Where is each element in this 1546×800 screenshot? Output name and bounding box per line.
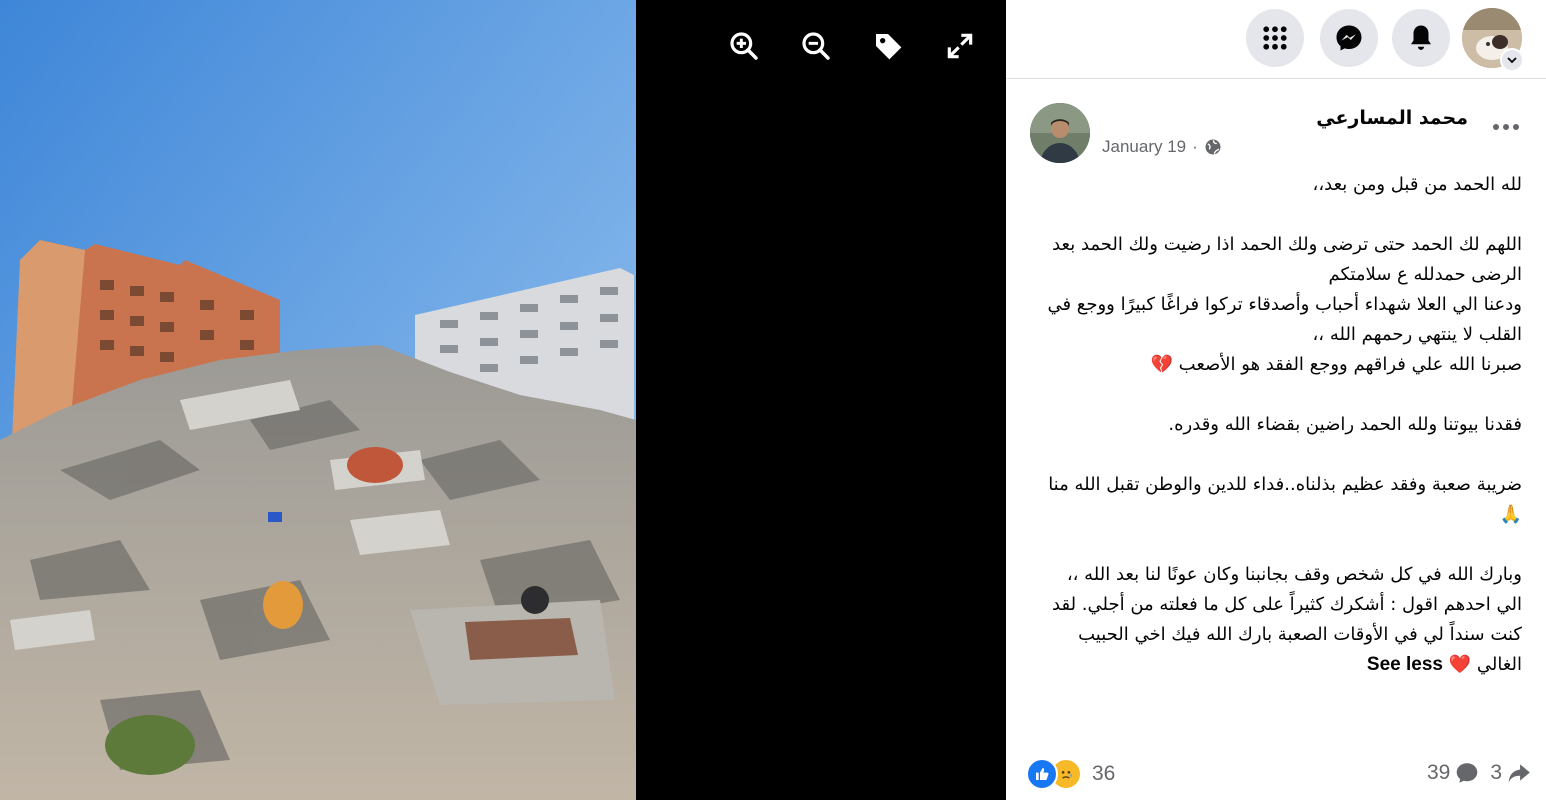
post-line: اللهم لك الحمد حتى ترضى ولك الحمد اذا رض… — [1052, 234, 1522, 285]
rubble-photo — [0, 0, 636, 800]
post-header: محمد المسارعي January 19 · — [1006, 95, 1546, 175]
engagement-counts: 39 3 — [1427, 760, 1532, 786]
post-footer: 36 39 3 — [1006, 752, 1546, 796]
notifications-icon — [1411, 25, 1431, 50]
messenger-button[interactable] — [1320, 9, 1378, 67]
post-line: الي احدهم اقول : أشكرك كثيراً على كل ما … — [1052, 594, 1522, 675]
chevron-down-icon — [1507, 57, 1517, 64]
post-line-last: الي احدهم اقول : أشكرك كثيراً على كل ما … — [1030, 590, 1522, 680]
post-line: وبارك الله في كل شخص وقف بجانبنا وكان عو… — [1066, 564, 1522, 585]
comment-count-value: 39 — [1426, 761, 1451, 784]
post-line: صبرنا الله علي فراقهم ووجع الفقد هو الأص… — [1150, 354, 1522, 375]
menu-grid-icon — [1263, 26, 1287, 50]
reaction-count[interactable]: 36 — [1092, 762, 1115, 786]
post-date[interactable]: January 19 — [1102, 137, 1186, 157]
globe-icon — [1205, 139, 1221, 155]
top-bar — [1006, 0, 1546, 79]
zoom-in-icon — [730, 32, 758, 60]
post-panel: محمد المسارعي January 19 · لله الحمد من … — [1006, 0, 1546, 800]
zoom-out-icon — [802, 32, 830, 60]
comments-count[interactable]: 39 — [1427, 760, 1480, 786]
fullscreen-icon — [947, 33, 973, 59]
post-line: ودعنا الي العلا شهداء أحباب وأصدقاء تركو… — [1047, 294, 1522, 345]
menu-button[interactable] — [1246, 9, 1304, 67]
more-dot — [1503, 124, 1509, 130]
author-avatar[interactable] — [1030, 103, 1090, 163]
post-line: لله الحمد من قبل ومن بعد،، — [1312, 174, 1522, 195]
fullscreen-button[interactable] — [940, 26, 980, 66]
photo-viewer-background — [636, 0, 1006, 800]
author-photo — [1030, 103, 1090, 163]
post-photo[interactable] — [0, 0, 636, 800]
post-meta: January 19 · — [1102, 137, 1222, 157]
zoom-out-button[interactable] — [796, 26, 836, 66]
shares-count[interactable]: 3 — [1490, 760, 1532, 786]
post-line: ضريبة صعبة وفقد عظيم بذلناه..فداء للدين … — [1048, 474, 1522, 525]
post-line: فقدنا بيوتنا ولله الحمد راضين بقضاء الله… — [1168, 414, 1522, 435]
post-text: لله الحمد من قبل ومن بعد،، اللهم لك الحم… — [1030, 170, 1522, 680]
like-icon — [1036, 768, 1049, 780]
tag-button[interactable] — [868, 26, 908, 66]
tag-icon — [876, 34, 902, 60]
comment-icon — [1457, 763, 1478, 783]
like-reaction — [1026, 758, 1058, 790]
author-name[interactable]: محمد المسارعي — [1316, 107, 1468, 129]
share-count-value: 3 — [1490, 761, 1502, 784]
reactions-summary[interactable]: 36 — [1026, 758, 1115, 790]
post-options-button[interactable] — [1488, 115, 1524, 139]
more-dot — [1513, 124, 1519, 130]
messenger-icon — [1336, 25, 1362, 51]
sad-face-icon — [1061, 771, 1072, 779]
more-dot — [1493, 124, 1499, 130]
meta-separator: · — [1192, 137, 1198, 156]
see-less-link[interactable]: See less — [1367, 654, 1443, 675]
account-menu-button[interactable] — [1500, 48, 1524, 72]
zoom-in-button[interactable] — [724, 26, 764, 66]
share-icon — [1508, 764, 1530, 783]
notifications-button[interactable] — [1392, 9, 1450, 67]
